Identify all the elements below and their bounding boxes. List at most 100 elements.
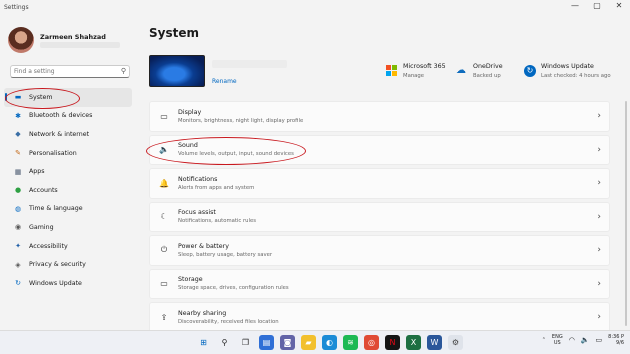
card-title: Sound [178,142,198,150]
wifi-icon[interactable]: ◠ [569,336,575,344]
settings-card-display[interactable]: ▭ Display Monitors, brightness, night ligh… [149,101,610,132]
settings-card-sound[interactable]: 🔈 Sound Volume levels, output, input, soun… [149,134,610,165]
taskbar-apps: ⊞ ⚲ ❐ ▤ ◙ ▰ ◐ ≋ ◎ N X W ⚙ [196,335,469,350]
settings-taskbar-icon[interactable]: ⚙ [448,335,463,350]
settings-card-notifications[interactable]: 🔔 Notifications Alerts from apps and syste… [149,168,610,199]
quick-title: OneDrive [473,63,503,70]
card-subtitle: Alerts from apps and system [178,184,255,191]
settings-card-power-battery[interactable]: ⏻ Power & battery Sleep, battery usage, ba… [149,235,610,266]
chevron-up-icon[interactable]: ⌃ [542,337,546,343]
sidebar-item-label: System [29,93,53,101]
netflix-icon[interactable]: N [385,335,400,350]
sidebar-item-label: Apps [29,168,45,176]
rename-link[interactable]: Rename [212,78,237,85]
sidebar-item-windows-update[interactable]: ↻ Windows Update [4,274,132,293]
edge-icon[interactable]: ◐ [322,335,337,350]
device-wallpaper-thumbnail [149,55,205,87]
brush-icon: ✎ [15,149,21,158]
task-view-icon[interactable]: ❐ [238,335,253,350]
taskbar: ⊞ ⚲ ❐ ▤ ◙ ▰ ◐ ≋ ◎ N X W ⚙ ⌃ ENG US ◠ 🔈 ▭ 8:36 P 9/6 [0,330,630,354]
search-icon[interactable]: ⚲ [121,67,126,75]
search-input[interactable] [11,66,111,77]
card-subtitle: Notifications, automatic rules [178,218,257,225]
system-tray: ⌃ ENG US ◠ 🔈 ▭ 8:36 P 9/6 [536,334,624,346]
sidebar-item-gaming[interactable]: ◉ Gaming [4,218,132,237]
sidebar-item-label: Personalisation [29,149,77,157]
update-icon: ↻ [524,65,536,77]
card-subtitle: Storage space, drives, configuration rul… [178,285,289,292]
maximize-button[interactable]: ▢ [586,0,608,12]
quick-sub: Manage [403,73,425,79]
user-name: Zarmeen Shahzad [40,33,106,41]
speaker-icon: 🔈 [159,145,169,155]
sidebar-item-label: Network & internet [29,130,90,138]
sidebar-item-label: Accessibility [29,242,68,250]
sidebar-item-privacy-security[interactable]: ◈ Privacy & security [4,255,132,274]
close-button[interactable]: ✕ [608,0,630,12]
scrollbar[interactable] [625,101,627,326]
minimize-button[interactable]: — [564,0,586,12]
moon-icon: ☾ [160,212,168,222]
sidebar-item-personalisation[interactable]: ✎ Personalisation [4,144,132,163]
volume-icon[interactable]: 🔈 [581,336,590,344]
chevron-right-icon: › [597,111,601,121]
avatar[interactable] [8,27,34,53]
sidebar-item-system[interactable]: ▬ System [4,88,132,107]
sidebar-item-time-language[interactable]: ◍ Time & language [4,200,132,219]
search-box[interactable]: ⚲ [10,65,130,78]
chevron-right-icon: › [597,312,601,322]
settings-card-nearby-sharing[interactable]: ⇪ Nearby sharing Discoverability, received… [149,302,610,333]
quick-sub: Last checked: 4 hours ago [541,73,611,79]
widgets-icon[interactable]: ▤ [259,335,274,350]
display-icon: ▬ [14,93,22,102]
sidebar-item-label: Bluetooth & devices [29,112,93,120]
sidebar-item-bluetooth-devices[interactable]: ✱ Bluetooth & devices [4,107,132,126]
cloud-icon: ☁ [456,65,466,76]
main-content: System Rename Microsoft 365 Manage ☁ One… [140,16,630,333]
settings-card-storage[interactable]: ▭ Storage Storage space, drives, configura… [149,268,610,299]
shield-icon: ◈ [15,260,21,269]
sidebar-item-apps[interactable]: ▦ Apps [4,162,132,181]
quick-windows-update[interactable]: ↻ Windows Update Last checked: 4 hours a… [524,63,611,79]
storage-icon: ▭ [160,279,168,289]
excel-icon[interactable]: X [406,335,421,350]
card-title: Focus assist [178,209,216,217]
language-indicator[interactable]: ENG US [552,334,563,346]
word-icon[interactable]: W [427,335,442,350]
card-subtitle: Monitors, brightness, night light, displ… [178,117,304,124]
sidebar-item-label: Windows Update [29,279,82,287]
accessibility-icon: ✦ [15,242,21,251]
sidebar: Zarmeen Shahzad ⚲ ▬ System ✱ Bluetooth & de… [0,16,140,330]
settings-card-focus-assist[interactable]: ☾ Focus assist Notifications, automatic ru… [149,201,610,232]
sidebar-item-label: Gaming [29,223,54,231]
search-taskbar-icon[interactable]: ⚲ [217,335,232,350]
teams-icon[interactable]: ◙ [280,335,295,350]
chevron-right-icon: › [597,245,601,255]
quick-sub: Backed up [473,73,501,79]
quick-title: Windows Update [541,63,594,70]
device-name-redacted [212,60,287,68]
chevron-right-icon: › [597,278,601,289]
quick-microsoft-365[interactable]: Microsoft 365 Manage [386,63,446,79]
bluetooth-icon: ✱ [15,111,21,120]
card-title: Storage [178,276,203,284]
monitor-icon: ▭ [160,111,168,121]
sidebar-item-accessibility[interactable]: ✦ Accessibility [4,237,132,256]
sidebar-item-label: Time & language [29,205,83,213]
sidebar-item-network-internet[interactable]: ◆ Network & internet [4,125,132,144]
start-button[interactable]: ⊞ [196,335,211,350]
sidebar-nav: ▬ System ✱ Bluetooth & devices ◆ Network & in… [4,88,132,293]
card-title: Display [178,108,202,116]
chevron-right-icon: › [597,178,601,188]
battery-icon[interactable]: ▭ [596,336,603,344]
file-explorer-icon[interactable]: ▰ [301,335,316,350]
spotify-icon[interactable]: ≋ [343,335,358,350]
chrome-icon[interactable]: ◎ [364,335,379,350]
card-title: Nearby sharing [178,309,227,317]
sidebar-item-accounts[interactable]: ● Accounts [4,181,132,200]
card-subtitle: Volume levels, output, input, sound devi… [178,151,294,158]
apps-icon: ▦ [14,167,22,176]
clock[interactable]: 8:36 P 9/6 [608,334,624,346]
quick-onedrive[interactable]: ☁ OneDrive Backed up [456,63,503,79]
power-icon: ⏻ [160,245,168,255]
